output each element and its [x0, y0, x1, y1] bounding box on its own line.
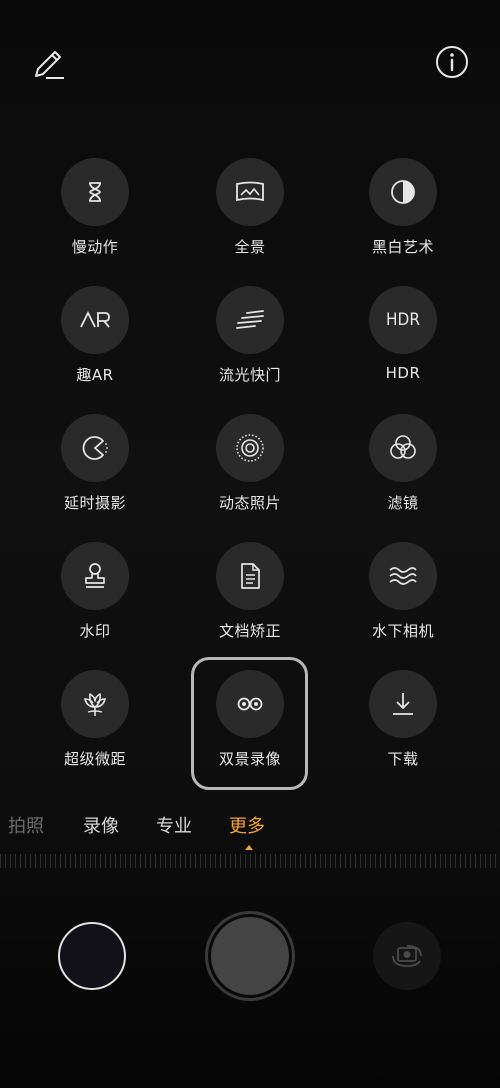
mode-moving-picture[interactable]: 动态照片 [190, 414, 310, 534]
mode-label: 滤镜 [387, 494, 419, 512]
top-bar [0, 0, 500, 120]
switch-camera-button[interactable] [373, 922, 441, 990]
light-streak-icon [236, 310, 264, 329]
mode-filter[interactable]: 滤镜 [343, 414, 463, 534]
mode-label: 文档矫正 [218, 622, 281, 640]
stamp-icon [85, 563, 105, 588]
mode-label: 流光快门 [218, 366, 281, 384]
tab-video[interactable]: 录像 [83, 812, 119, 838]
info-button[interactable] [430, 40, 474, 84]
mode-document-scan[interactable]: 文档矫正 [190, 542, 310, 662]
mode-label: 延时摄影 [63, 494, 126, 512]
shutter-button[interactable] [205, 911, 295, 1001]
mode-monochrome[interactable]: 黑白艺术 [343, 158, 463, 278]
mode-scroll-ruler[interactable] [0, 854, 500, 868]
switch-camera-icon [392, 945, 422, 967]
mode-label: 全景 [234, 238, 266, 256]
mode-hdr[interactable]: HDR HDR [343, 286, 463, 406]
filter-icon [390, 435, 416, 459]
mode-label: 水下相机 [371, 622, 434, 640]
mode-light-painting[interactable]: 流光快门 [190, 286, 310, 406]
tab-more[interactable]: 更多 [229, 812, 265, 838]
active-tab-indicator [245, 845, 253, 850]
half-circle-icon [391, 180, 415, 204]
panorama-icon [236, 181, 264, 202]
mode-label: 超级微距 [63, 750, 126, 768]
mode-label: 下载 [387, 750, 419, 768]
shutter-inner [211, 917, 289, 995]
mode-label: 黑白艺术 [371, 238, 434, 256]
hdr-icon: HDR [386, 310, 420, 330]
waves-icon [389, 567, 417, 585]
dual-view-icon [237, 697, 263, 711]
mode-ar[interactable]: 趣AR [35, 286, 155, 406]
mode-tabs: 拍照 录像 专业 更多 [0, 812, 500, 848]
mode-timelapse[interactable]: 延时摄影 [35, 414, 155, 534]
document-icon [241, 563, 260, 589]
mode-label: 水印 [79, 622, 111, 640]
mode-panorama[interactable]: 全景 [190, 158, 310, 278]
edit-button[interactable] [26, 42, 70, 86]
timelapse-icon [82, 436, 108, 460]
mode-label: 动态照片 [218, 494, 281, 512]
mode-slow-motion[interactable]: 慢动作 [35, 158, 155, 278]
mode-label: HDR [385, 364, 421, 382]
download-icon [393, 693, 413, 715]
pencil-icon [35, 51, 64, 79]
mode-label: 双景录像 [218, 750, 281, 768]
mode-dual-view[interactable]: 双景录像 [190, 670, 310, 790]
info-icon [436, 46, 468, 78]
ar-icon [80, 310, 110, 328]
mode-super-macro[interactable]: 超级微距 [35, 670, 155, 790]
mode-label: 慢动作 [71, 238, 119, 256]
mode-watermark[interactable]: 水印 [35, 542, 155, 662]
mode-underwater[interactable]: 水下相机 [343, 542, 463, 662]
tab-pro[interactable]: 专业 [156, 812, 192, 838]
hourglass-icon [89, 182, 101, 202]
tab-photo[interactable]: 拍照 [8, 812, 44, 838]
flower-icon [83, 693, 107, 716]
mode-label: 趣AR [76, 366, 114, 384]
gallery-thumbnail-button[interactable] [58, 922, 126, 990]
mode-download[interactable]: 下载 [343, 670, 463, 790]
moving-photo-icon [236, 434, 264, 462]
